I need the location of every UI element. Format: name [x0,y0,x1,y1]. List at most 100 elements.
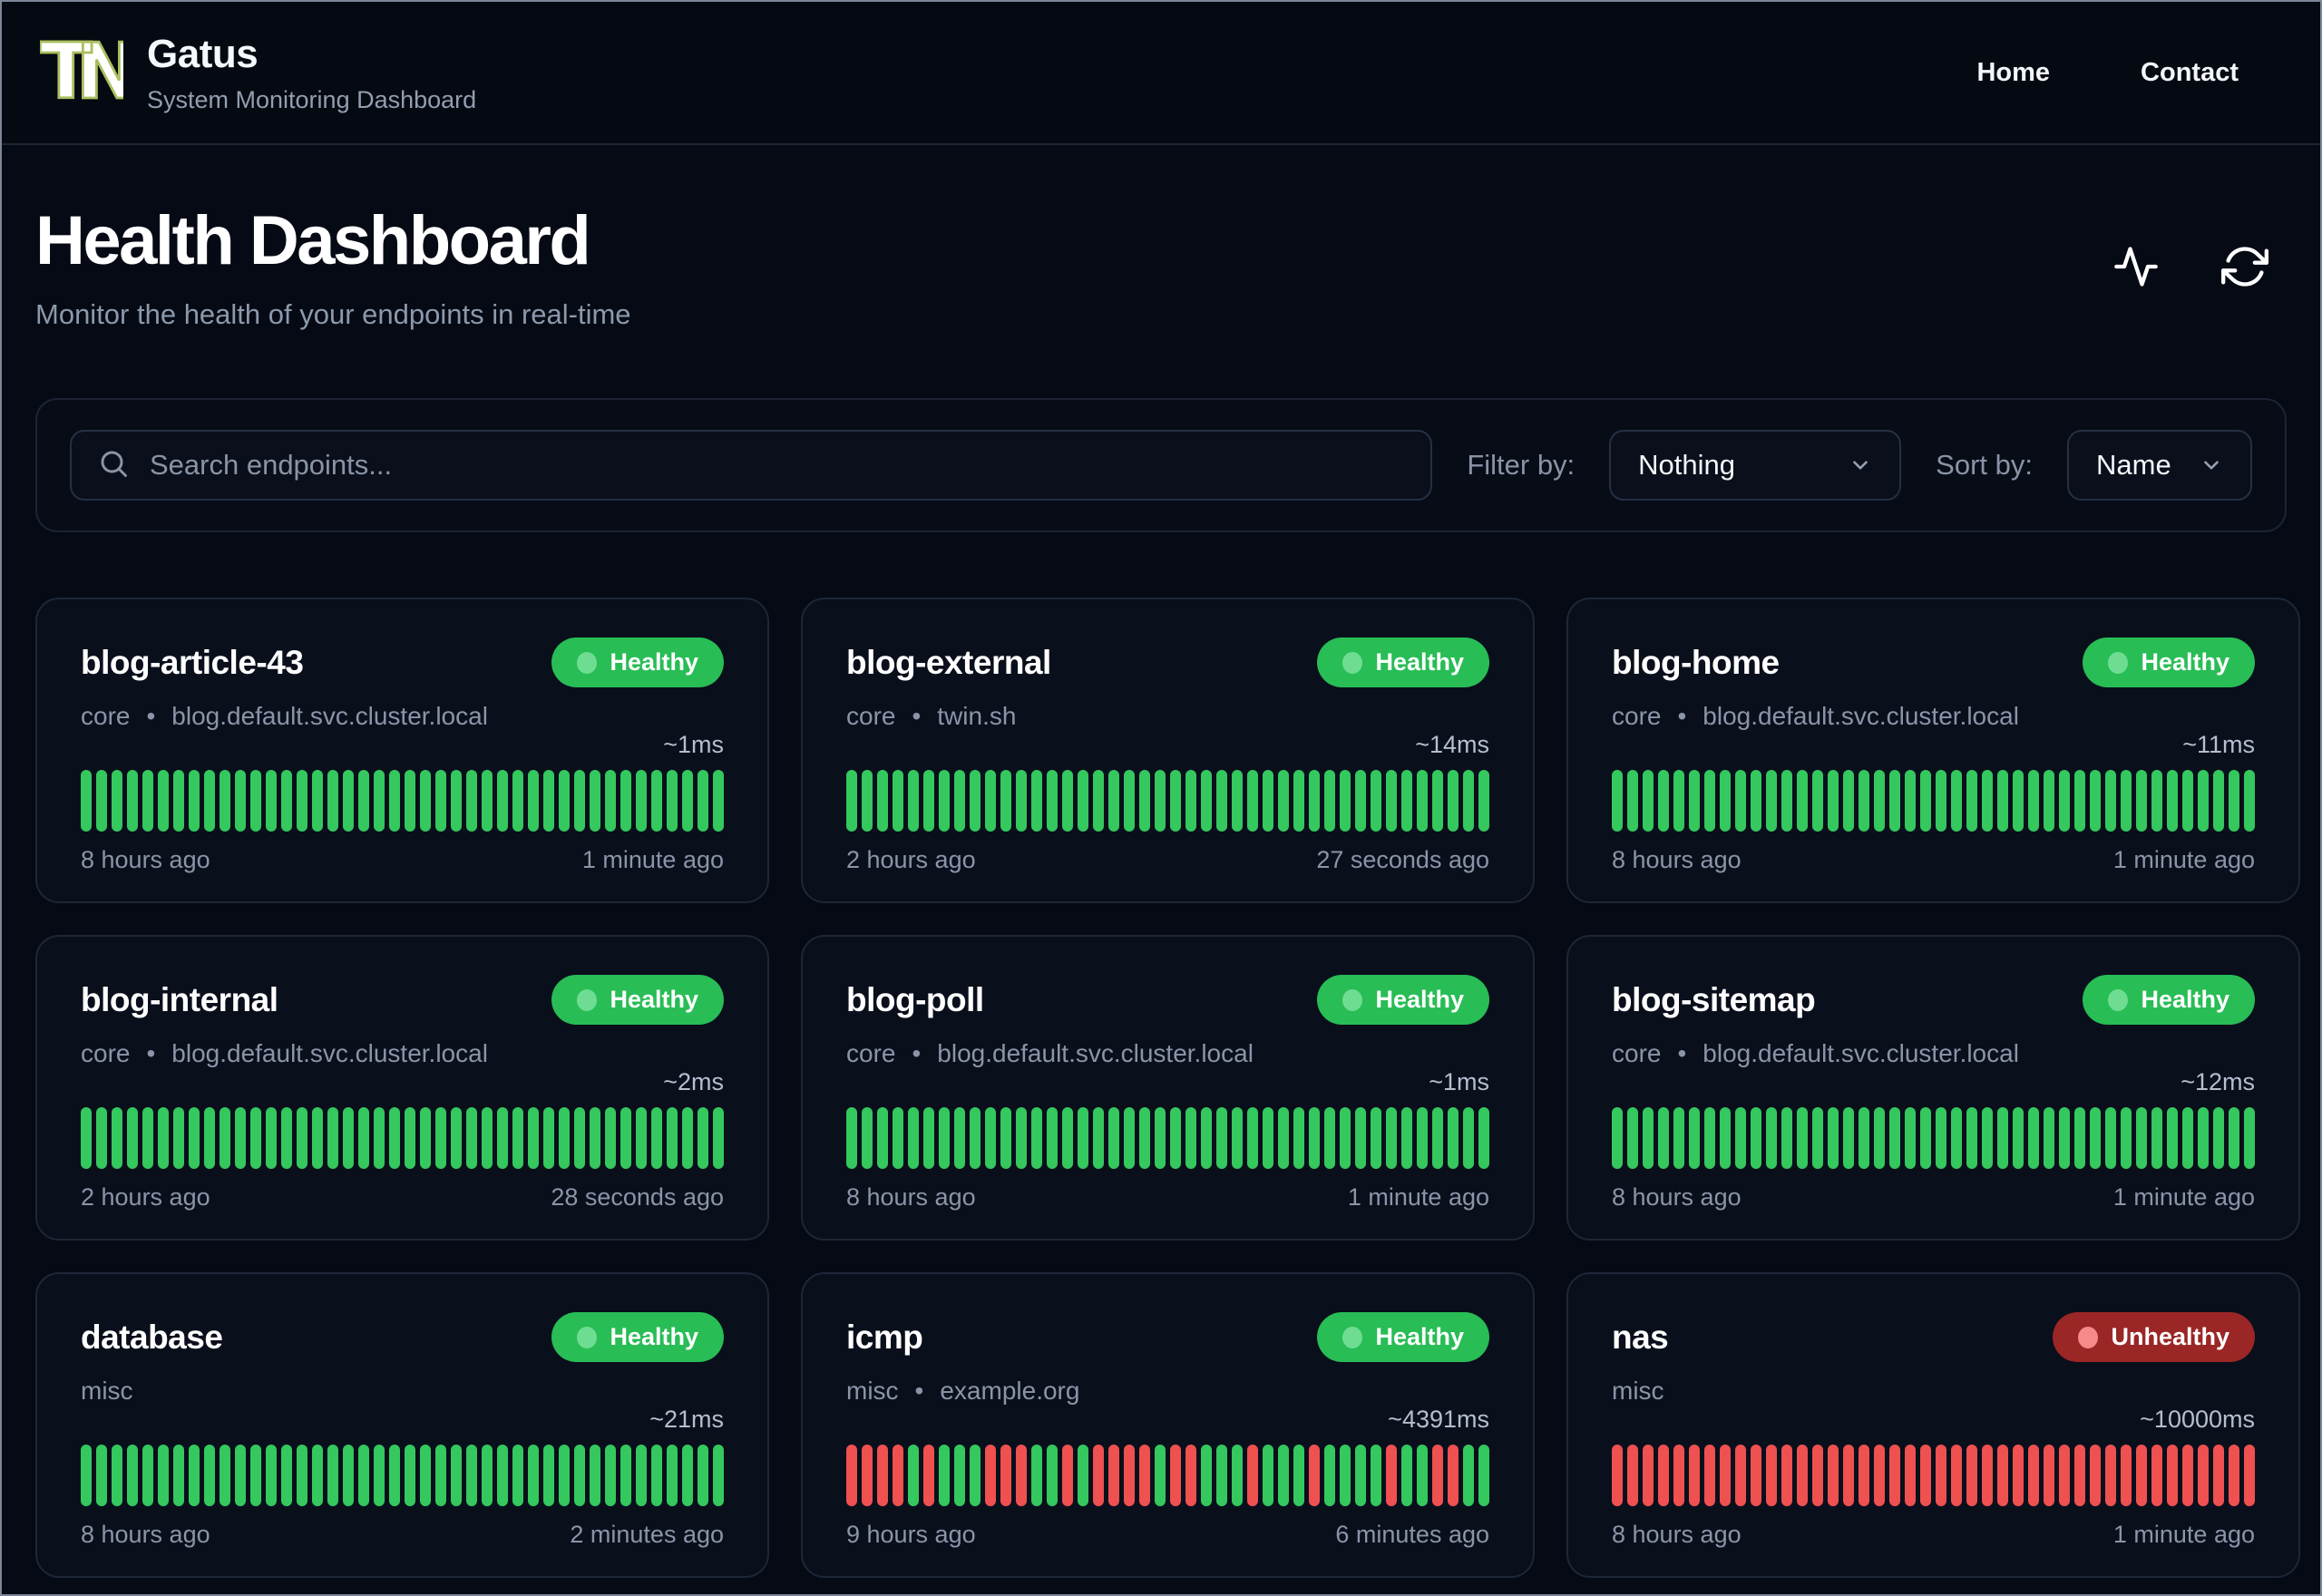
history-bar[interactable] [1920,770,1931,832]
history-bar[interactable] [2136,770,2147,832]
history-bar[interactable] [173,770,184,832]
history-bar[interactable] [1371,770,1381,832]
history-bar[interactable] [466,1107,477,1169]
history-bar[interactable] [908,770,919,832]
history-bar[interactable] [266,1445,277,1506]
history-bar[interactable] [81,1445,92,1506]
history-bar[interactable] [1627,1445,1638,1506]
history-bar[interactable] [1355,1107,1366,1169]
history-bar[interactable] [1812,1107,1823,1169]
history-bar[interactable] [2090,1107,2101,1169]
history-bar[interactable] [2244,1445,2255,1506]
history-bar[interactable] [1263,1107,1273,1169]
history-bar[interactable] [1031,770,1042,832]
history-bar[interactable] [2013,770,2024,832]
history-bar[interactable] [1093,770,1104,832]
history-bar[interactable] [1355,1445,1366,1506]
history-bar[interactable] [1463,1107,1474,1169]
history-bar[interactable] [1997,1107,2008,1169]
history-bar[interactable] [1828,1445,1839,1506]
history-bar[interactable] [1139,1445,1150,1506]
history-bar[interactable] [1704,770,1715,832]
history-bar[interactable] [651,1445,662,1506]
history-bar[interactable] [1401,770,1412,832]
history-bar[interactable] [846,1445,857,1506]
activity-icon[interactable] [2111,241,2161,292]
history-bar[interactable] [1751,770,1761,832]
history-bar[interactable] [1828,770,1839,832]
history-bar[interactable] [1704,1107,1715,1169]
history-bar[interactable] [374,1445,385,1506]
history-bar[interactable] [1078,770,1088,832]
history-bar[interactable] [1966,1107,1977,1169]
history-bar[interactable] [2167,1107,2178,1169]
history-bar[interactable] [1689,770,1700,832]
history-bar[interactable] [1627,770,1638,832]
history-bar[interactable] [923,770,934,832]
history-bar[interactable] [1016,1107,1027,1169]
history-bar[interactable] [1232,1107,1243,1169]
history-bar[interactable] [574,1107,585,1169]
history-bar[interactable] [543,1445,554,1506]
history-bar[interactable] [1108,1445,1119,1506]
history-bar[interactable] [2198,770,2209,832]
history-bar[interactable] [651,770,662,832]
history-bar[interactable] [512,1445,523,1506]
history-bar[interactable] [1062,1107,1073,1169]
history-bar[interactable] [512,770,523,832]
history-bar[interactable] [1643,770,1654,832]
history-bar[interactable] [266,1107,277,1169]
history-bar[interactable] [142,1107,153,1169]
history-bar[interactable] [877,1107,888,1169]
history-bar[interactable] [235,1445,246,1506]
history-bar[interactable] [1828,1107,1839,1169]
history-bar[interactable] [1735,770,1746,832]
history-bar[interactable] [954,770,965,832]
history-bar[interactable] [2028,1107,2039,1169]
history-bar[interactable] [893,770,903,832]
history-bar[interactable] [220,770,230,832]
history-bar[interactable] [297,770,307,832]
history-bar[interactable] [405,1445,415,1506]
history-bar[interactable] [2074,1107,2085,1169]
history-bar[interactable] [1216,1107,1227,1169]
history-bar[interactable] [1689,1107,1700,1169]
history-bar[interactable] [1658,1107,1669,1169]
history-bar[interactable] [1627,1107,1638,1169]
history-bar[interactable] [482,1107,493,1169]
history-bar[interactable] [482,770,493,832]
history-bar[interactable] [466,1445,477,1506]
history-bar[interactable] [1766,770,1777,832]
history-bar[interactable] [127,1445,138,1506]
history-bar[interactable] [1232,770,1243,832]
history-bar[interactable] [343,1445,354,1506]
history-bar[interactable] [682,770,693,832]
history-bar[interactable] [1386,1107,1397,1169]
history-bar[interactable] [1371,1107,1381,1169]
history-bar[interactable] [1463,1445,1474,1506]
history-bar[interactable] [1401,1445,1412,1506]
history-bar[interactable] [204,1107,215,1169]
history-bar[interactable] [127,770,138,832]
history-bar[interactable] [605,1107,616,1169]
history-bar[interactable] [1386,770,1397,832]
history-bar[interactable] [158,1107,169,1169]
endpoint-card[interactable]: blog-external Healthy core • twin.sh ~14… [801,598,1535,903]
history-bar[interactable] [1355,770,1366,832]
history-bar[interactable] [698,1445,708,1506]
history-bar[interactable] [81,1107,92,1169]
history-bar[interactable] [923,1445,934,1506]
history-bar[interactable] [682,1445,693,1506]
history-bar[interactable] [281,1445,292,1506]
history-bar[interactable] [605,770,616,832]
history-bar[interactable] [235,1107,246,1169]
history-bar[interactable] [2198,1107,2209,1169]
history-bar[interactable] [1673,1107,1684,1169]
history-bar[interactable] [1170,1107,1181,1169]
history-bar[interactable] [939,1107,950,1169]
history-bar[interactable] [1324,1107,1335,1169]
endpoint-card[interactable]: icmp Healthy misc • example.org ~4391ms … [801,1272,1535,1578]
history-bar[interactable] [939,770,950,832]
history-bar[interactable] [1966,1445,1977,1506]
history-bar[interactable] [1812,1445,1823,1506]
